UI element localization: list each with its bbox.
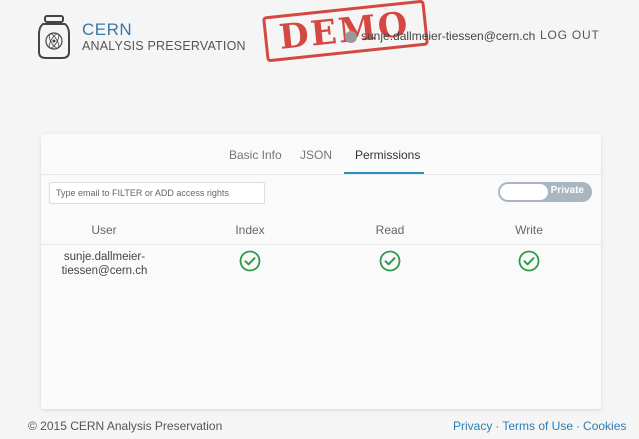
row-user-email: sunje.dallmeier- tiessen@cern.ch bbox=[41, 250, 168, 278]
logo-subtitle: ANALYSIS PRESERVATION bbox=[82, 39, 246, 54]
user-email-text: sunje.dallmeier-tiessen@cern.ch bbox=[361, 29, 536, 43]
tab-json[interactable]: JSON bbox=[300, 148, 332, 162]
tab-permissions[interactable]: Permissions bbox=[355, 148, 420, 162]
app-header: CERN ANALYSIS PRESERVATION DEMO sunje.da… bbox=[0, 0, 639, 90]
privacy-toggle[interactable]: Private bbox=[498, 182, 592, 202]
user-email[interactable]: sunje.dallmeier-tiessen@cern.ch bbox=[345, 29, 535, 43]
write-check-icon[interactable] bbox=[518, 250, 540, 272]
index-check-icon[interactable] bbox=[239, 250, 261, 272]
column-index: Index bbox=[235, 223, 265, 237]
filter-input[interactable] bbox=[49, 182, 265, 204]
column-write: Write bbox=[515, 223, 543, 237]
read-check-icon[interactable] bbox=[379, 250, 401, 272]
toggle-knob bbox=[500, 184, 548, 200]
active-tab-indicator bbox=[344, 172, 424, 174]
logo-title: CERN bbox=[82, 20, 133, 40]
row-user-email-line2: tiessen@cern.ch bbox=[61, 265, 148, 277]
user-icon bbox=[345, 30, 357, 43]
logout-button[interactable]: LOG OUT bbox=[540, 28, 600, 42]
toggle-label: Private bbox=[550, 185, 584, 196]
logo[interactable]: CERN ANALYSIS PRESERVATION bbox=[34, 14, 246, 60]
table-header: User Index Read Write bbox=[41, 216, 601, 245]
footer-separator: · bbox=[576, 419, 581, 433]
cookies-link[interactable]: Cookies bbox=[583, 419, 626, 433]
footer-links: Privacy · Terms of Use · Cookies bbox=[453, 419, 626, 433]
privacy-link[interactable]: Privacy bbox=[453, 419, 492, 433]
footer-copyright: © 2015 CERN Analysis Preservation bbox=[28, 419, 223, 433]
row-user-email-line1: sunje.dallmeier- bbox=[63, 251, 146, 263]
column-user: User bbox=[91, 223, 117, 237]
terms-link[interactable]: Terms of Use bbox=[502, 419, 573, 433]
tab-bar: Basic Info JSON Permissions bbox=[41, 134, 601, 175]
jar-icon bbox=[38, 15, 70, 59]
column-read: Read bbox=[375, 223, 405, 237]
tab-basic-info[interactable]: Basic Info bbox=[229, 148, 282, 162]
table-row: sunje.dallmeier- tiessen@cern.ch bbox=[41, 246, 601, 286]
footer-separator: · bbox=[495, 419, 500, 433]
permissions-card: Basic Info JSON Permissions Private User… bbox=[41, 134, 601, 409]
